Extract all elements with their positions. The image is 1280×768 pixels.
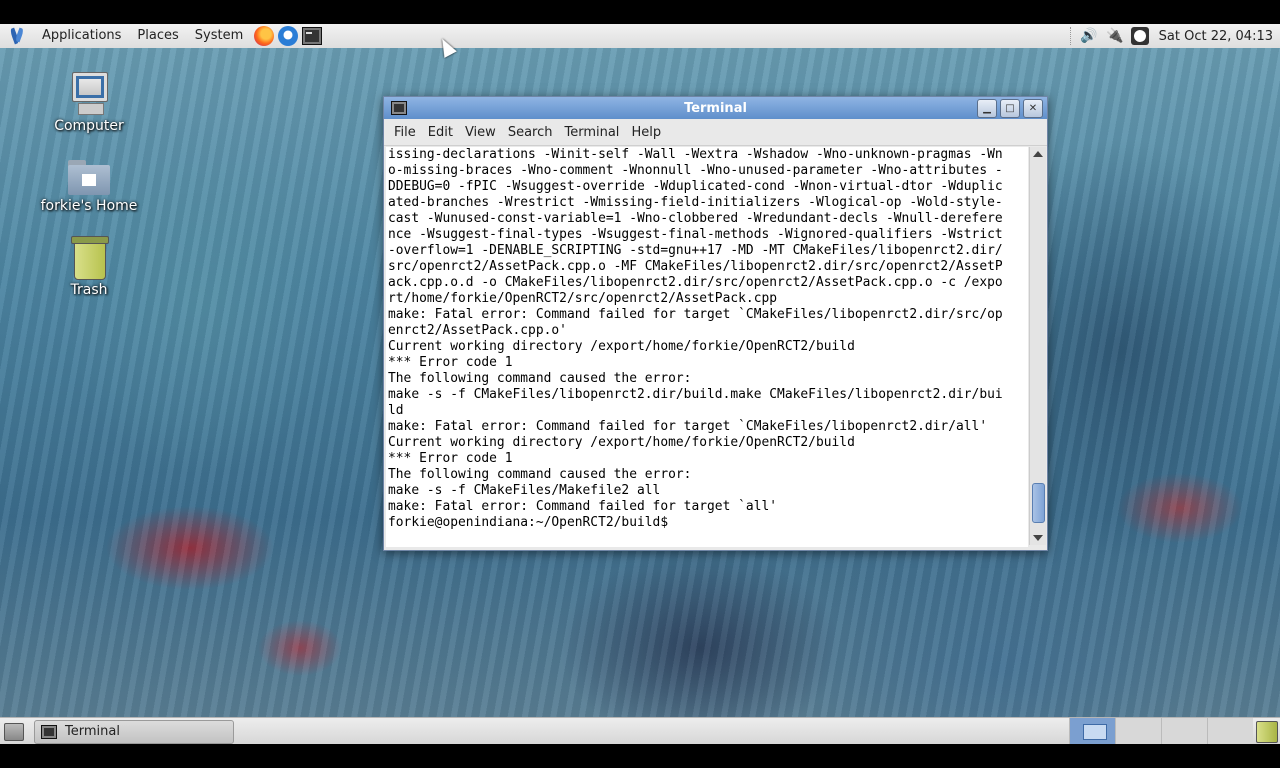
computer-icon [70, 72, 108, 116]
terminal-icon[interactable] [391, 101, 407, 115]
workspace-3[interactable] [1161, 718, 1207, 745]
menu-places[interactable]: Places [129, 24, 186, 48]
terminal-icon [302, 27, 323, 45]
workspace-4[interactable] [1207, 718, 1253, 745]
desktop-icon-home[interactable]: forkie's Home [34, 158, 144, 214]
scrollbar-thumb[interactable] [1032, 483, 1045, 523]
terminal-line: src/openrct2/AssetPack.cpp.o -MF CMakeFi… [388, 259, 1003, 274]
show-desktop-icon[interactable] [4, 722, 24, 741]
trash-applet-icon[interactable] [1256, 721, 1278, 743]
window-titlebar[interactable]: Terminal ▁ □ ✕ [384, 97, 1047, 119]
menu-applications[interactable]: Applications [34, 24, 129, 48]
menu-file[interactable]: File [388, 125, 422, 140]
screen-border-bottom [0, 744, 1280, 768]
terminal-text: issing-declarations -Winit-self -Wall -W… [386, 147, 1028, 531]
trash-icon [71, 236, 109, 280]
thunderbird-icon [278, 26, 299, 46]
desktop-icon-computer[interactable]: Computer [34, 72, 144, 134]
terminal-line: cast -Wunused-const-variable=1 -Wno-clob… [388, 211, 1003, 226]
terminal-line: ld [388, 403, 404, 418]
workspace-switcher [1069, 718, 1253, 745]
terminal-line: make -s -f CMakeFiles/Makefile2 all [388, 483, 661, 498]
terminal-line: ack.cpp.o.d -o CMakeFiles/libopenrct2.di… [388, 275, 1003, 290]
scroll-down-arrow-icon[interactable] [1033, 535, 1043, 541]
terminal-line: The following command caused the error: [388, 467, 692, 482]
clock-icon[interactable] [1130, 27, 1149, 45]
menu-system[interactable]: System [187, 24, 251, 48]
taskbar-button-terminal[interactable]: Terminal [34, 719, 234, 744]
firefox-launcher[interactable] [253, 25, 275, 47]
terminal-line: issing-declarations -Winit-self -Wall -W… [388, 147, 1003, 162]
bottom-panel: Terminal [0, 717, 1280, 745]
terminal-line: The following command caused the error: [388, 371, 692, 386]
screen-border-top [0, 0, 1280, 24]
window-title: Terminal [684, 100, 747, 116]
scroll-up-arrow-icon[interactable] [1033, 151, 1043, 157]
terminal-window: Terminal ▁ □ ✕ File Edit View Search Ter… [383, 96, 1048, 551]
terminal-line: rt/home/forkie/OpenRCT2/src/openrct2/Ass… [388, 291, 778, 306]
terminal-scrollbar[interactable] [1029, 147, 1046, 545]
terminal-line: Current working directory /export/home/f… [388, 339, 855, 354]
terminal-launcher[interactable] [301, 25, 323, 47]
terminal-line: DDEBUG=0 -fPIC -Wsuggest-override -Wdupl… [388, 179, 1003, 194]
menu-edit[interactable]: Edit [422, 125, 459, 140]
desktop-icon-label: Trash [70, 282, 108, 298]
taskbar-label: Terminal [65, 724, 120, 739]
system-tray: 🔊 🔌 [1069, 27, 1149, 45]
openindiana-logo-icon[interactable] [8, 27, 26, 45]
terminal-line: make: Fatal error: Command failed for ta… [388, 499, 778, 514]
terminal-line: forkie@openindiana:~/OpenRCT2/build$ [388, 515, 676, 530]
terminal-menubar: File Edit View Search Terminal Help [384, 119, 1047, 146]
terminal-line: nce -Wsuggest-final-types -Wsuggest-fina… [388, 227, 1003, 242]
terminal-line: enrct2/AssetPack.cpp.o' [388, 323, 567, 338]
terminal-line: -overflow=1 -DENABLE_SCRIPTING -std=gnu+… [388, 243, 1003, 258]
thunderbird-launcher[interactable] [277, 25, 299, 47]
workspace-1[interactable] [1069, 718, 1115, 745]
close-button[interactable]: ✕ [1023, 99, 1043, 118]
menu-search[interactable]: Search [502, 125, 559, 140]
home-folder-icon [68, 158, 110, 196]
minimize-button[interactable]: ▁ [977, 99, 997, 118]
clock[interactable]: Sat Oct 22, 04:13 [1159, 29, 1273, 44]
terminal-line: make: Fatal error: Command failed for ta… [388, 419, 988, 434]
workspace-2[interactable] [1115, 718, 1161, 745]
terminal-line: make -s -f CMakeFiles/libopenrct2.dir/bu… [388, 387, 1003, 402]
terminal-line: o-missing-braces -Wno-comment -Wnonnull … [388, 163, 1003, 178]
menu-view[interactable]: View [459, 125, 502, 140]
desktop-icon-label: Computer [54, 118, 124, 134]
terminal-line: *** Error code 1 [388, 451, 513, 466]
terminal-line: *** Error code 1 [388, 355, 513, 370]
volume-icon[interactable]: 🔊 [1079, 27, 1099, 45]
network-icon[interactable]: 🔌 [1105, 27, 1125, 45]
terminal-line: ated-branches -Wrestrict -Wmissing-field… [388, 195, 1003, 210]
terminal-output[interactable]: issing-declarations -Winit-self -Wall -W… [386, 147, 1028, 547]
desktop-icon-label: forkie's Home [40, 198, 138, 214]
firefox-icon [254, 26, 275, 46]
menu-terminal[interactable]: Terminal [558, 125, 625, 140]
top-panel: Applications Places System 🔊 🔌 Sat Oct 2… [0, 24, 1280, 49]
terminal-icon [41, 724, 57, 739]
maximize-button[interactable]: □ [1000, 99, 1020, 118]
desktop-icon-trash[interactable]: Trash [34, 236, 144, 298]
terminal-line: Current working directory /export/home/f… [388, 435, 855, 450]
menu-help[interactable]: Help [625, 125, 667, 140]
terminal-line: make: Fatal error: Command failed for ta… [388, 307, 1003, 322]
